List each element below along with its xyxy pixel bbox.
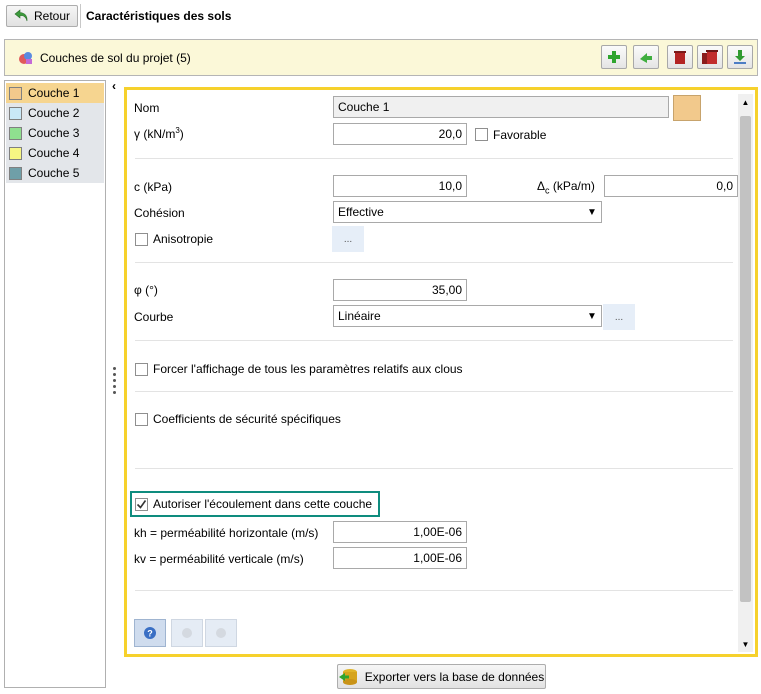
- anisotropie-ellipsis-button[interactable]: ...: [332, 226, 364, 252]
- divider: [135, 262, 733, 263]
- layer-color-swatch: [9, 146, 22, 160]
- export-database-label: Exporter vers la base de données: [364, 669, 545, 684]
- disabled-action-button[interactable]: [205, 619, 237, 647]
- delete-all-layers-button[interactable]: [697, 45, 723, 69]
- back-button[interactable]: Retour: [6, 5, 78, 27]
- divider: [80, 4, 81, 28]
- nom-label: Nom: [134, 101, 160, 115]
- layer-item-5[interactable]: Couche 5: [6, 163, 104, 183]
- back-arrow-icon: [14, 9, 28, 22]
- layer-color-swatch: [9, 126, 22, 140]
- trash-icon: [674, 51, 686, 64]
- layer-item-3[interactable]: Couche 3: [6, 123, 104, 143]
- layer-properties-panel: Nom Couche 1 γ (kN/m3) 20,0 Favorable c …: [124, 87, 758, 657]
- help-icon: ?: [144, 627, 156, 639]
- anisotropie-label: Anisotropie: [153, 232, 214, 246]
- coef-securite-label: Coefficients de sécurité spécifiques: [153, 412, 341, 426]
- gamma-label-text: γ (kN/m: [134, 127, 176, 141]
- divider: [135, 340, 733, 341]
- layer-item-4[interactable]: Couche 4: [6, 143, 104, 163]
- kh-field[interactable]: 1,00E-06: [333, 521, 467, 543]
- top-bar: Retour Caractéristiques des sols: [0, 0, 761, 34]
- layer-item-label: Couche 4: [28, 146, 80, 160]
- delta-c-label: Δc (kPa/m): [537, 179, 595, 195]
- layer-color-swatch: [9, 166, 22, 180]
- delta-c-field[interactable]: 0,0: [604, 175, 738, 197]
- ecoulement-label: Autoriser l'écoulement dans cette couche: [153, 497, 373, 511]
- delta-symbol: Δ: [537, 179, 546, 193]
- disabled-action-button[interactable]: [171, 619, 203, 647]
- collapse-chevron-icon[interactable]: ‹: [112, 79, 116, 93]
- chevron-down-icon: ▼: [587, 310, 597, 322]
- layer-list: Couche 1 Couche 2 Couche 3 Couche 4 Couc…: [4, 80, 106, 688]
- plus-icon: [608, 51, 620, 63]
- divider: [135, 468, 733, 469]
- divider: [135, 590, 733, 591]
- layer-item-2[interactable]: Couche 2: [6, 103, 104, 123]
- clous-label: Forcer l'affichage de tous les paramètre…: [153, 362, 463, 376]
- export-database-button[interactable]: Exporter vers la base de données: [337, 664, 546, 689]
- back-button-label: Retour: [33, 9, 71, 23]
- splitter-handle[interactable]: [113, 367, 117, 394]
- help-button[interactable]: ?: [134, 619, 166, 647]
- anisotropie-checkbox[interactable]: [135, 233, 148, 246]
- share-icon: [640, 53, 652, 63]
- gamma-label-close: ): [179, 127, 184, 141]
- divider: [135, 391, 733, 392]
- project-layers-bar: Couches de sol du projet (5): [4, 39, 758, 76]
- panel-scrollbar[interactable]: ▲ ▼: [738, 94, 753, 652]
- kh-label: kh = perméabilité horizontale (m/s): [134, 526, 319, 540]
- add-layer-button[interactable]: [601, 45, 627, 69]
- delta-unit: (kPa/m): [549, 179, 595, 193]
- courbe-label: Courbe: [134, 310, 174, 324]
- checkmark-icon: [136, 500, 147, 509]
- project-layers-label: Couches de sol du projet (5): [40, 51, 191, 65]
- chevron-down-icon: ▼: [587, 206, 597, 218]
- layer-color-button[interactable]: [673, 95, 701, 121]
- kv-label: kv = perméabilité verticale (m/s): [134, 552, 304, 566]
- info-icon: [216, 628, 226, 638]
- page-title: Caractéristiques des sols: [86, 9, 232, 23]
- layer-item-label: Couche 1: [28, 86, 80, 100]
- info-icon: [182, 628, 192, 638]
- layers-icon: [19, 52, 32, 64]
- c-field[interactable]: 10,0: [333, 175, 467, 197]
- delete-layer-button[interactable]: [667, 45, 693, 69]
- layer-item-label: Couche 2: [28, 106, 80, 120]
- layer-color-swatch: [9, 106, 22, 120]
- clous-checkbox[interactable]: [135, 363, 148, 376]
- cohesion-select[interactable]: Effective ▼: [333, 201, 602, 223]
- phi-field[interactable]: 35,00: [333, 279, 467, 301]
- layer-item-label: Couche 3: [28, 126, 80, 140]
- layer-item-label: Couche 5: [28, 166, 80, 180]
- phi-label: φ (°): [134, 283, 158, 297]
- courbe-select-value: Linéaire: [338, 309, 381, 323]
- courbe-ellipsis-button[interactable]: ...: [603, 304, 635, 330]
- database-export-icon: [338, 668, 357, 685]
- trash-multiple-icon: [702, 50, 718, 64]
- gamma-label: γ (kN/m3): [134, 126, 184, 141]
- scrollbar-thumb[interactable]: [740, 116, 751, 602]
- ecoulement-checkbox[interactable]: [135, 498, 148, 511]
- import-layer-button[interactable]: [727, 45, 753, 69]
- layer-item-1[interactable]: Couche 1: [6, 83, 104, 103]
- c-label: c (kPa): [134, 180, 173, 194]
- cohesion-label: Cohésion: [134, 206, 185, 220]
- gamma-field[interactable]: 20,0: [333, 123, 467, 145]
- share-layer-button[interactable]: [633, 45, 659, 69]
- scroll-down-icon[interactable]: ▼: [738, 636, 753, 652]
- coef-securite-checkbox[interactable]: [135, 413, 148, 426]
- favorable-label: Favorable: [493, 128, 547, 142]
- nom-field[interactable]: Couche 1: [333, 96, 669, 118]
- cohesion-select-value: Effective: [338, 205, 384, 219]
- import-icon: [734, 50, 746, 64]
- courbe-select[interactable]: Linéaire ▼: [333, 305, 602, 327]
- divider: [135, 158, 733, 159]
- favorable-checkbox[interactable]: [475, 128, 488, 141]
- layer-color-swatch: [9, 86, 22, 100]
- scroll-up-icon[interactable]: ▲: [738, 94, 753, 110]
- svg-text:?: ?: [147, 629, 153, 639]
- kv-field[interactable]: 1,00E-06: [333, 547, 467, 569]
